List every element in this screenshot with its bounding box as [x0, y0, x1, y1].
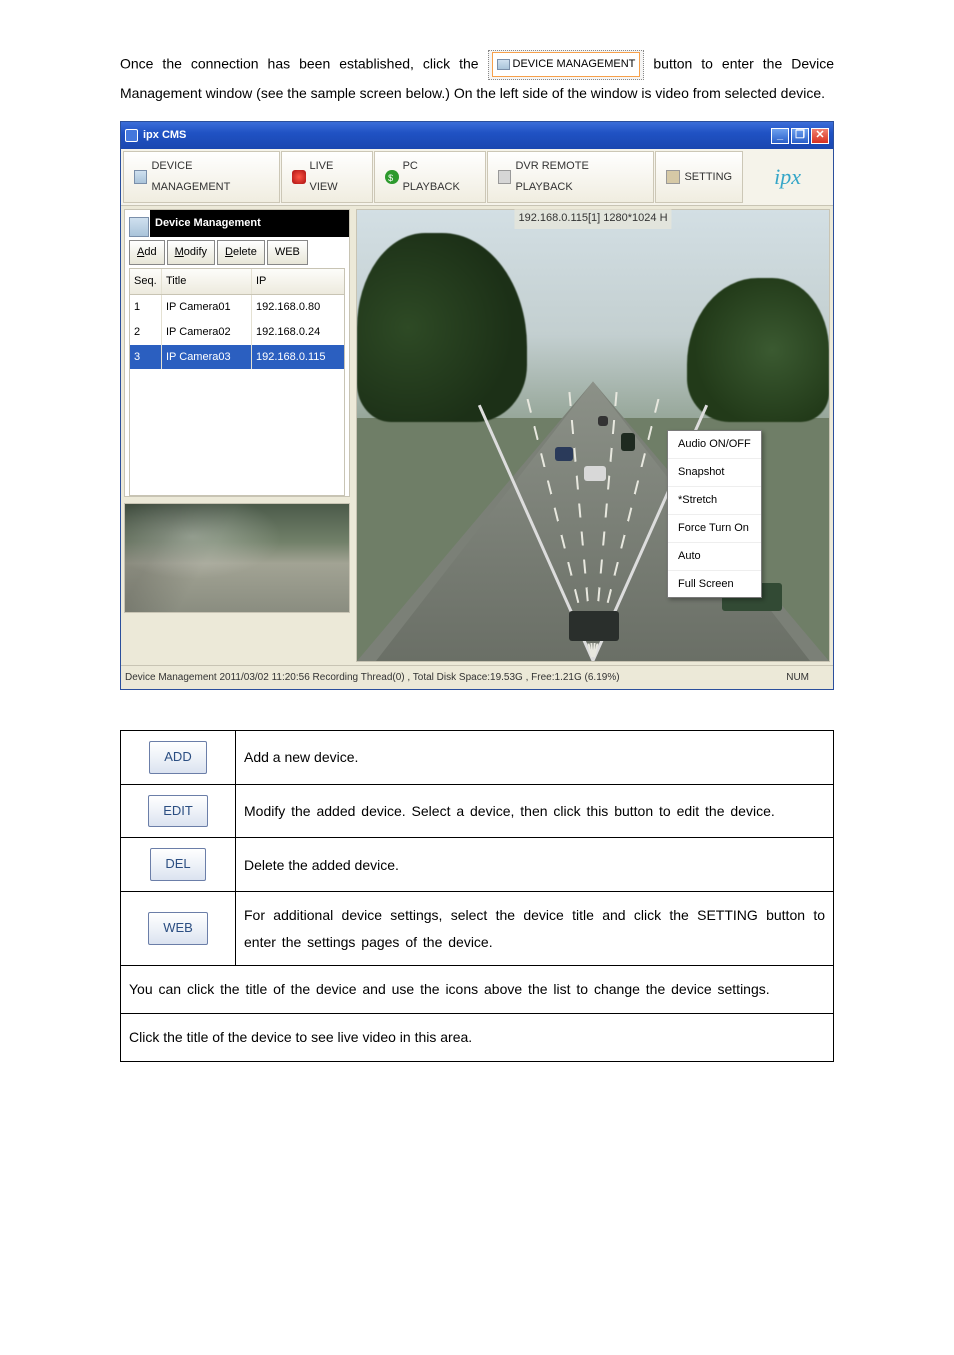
dm-web-button[interactable]: WEB: [267, 240, 308, 265]
app-window: ipx CMS _ ❐ ✕ DEVICE MANAGEMENT LIVE VIE…: [120, 121, 834, 690]
table-row[interactable]: 1IP Camera01192.168.0.80: [130, 295, 344, 320]
col-header-seq[interactable]: Seq.: [130, 269, 162, 294]
status-right: NUM: [786, 668, 829, 687]
brand-text: ipx: [774, 156, 801, 198]
intro-paragraph: Once the connection has been established…: [120, 50, 834, 106]
context-menu-item[interactable]: Force Turn On: [668, 515, 761, 543]
window-minimize-button[interactable]: _: [771, 128, 789, 144]
live-view-tab-icon: [292, 170, 305, 184]
app-logo-icon: [125, 129, 138, 142]
cell-title: IP Camera03: [162, 345, 252, 370]
window-title: ipx CMS: [143, 125, 186, 146]
tab-device-management[interactable]: DEVICE MANAGEMENT: [123, 151, 280, 203]
table-row[interactable]: 3IP Camera03192.168.0.115: [130, 345, 344, 370]
tab-device-management-label: DEVICE MANAGEMENT: [151, 156, 269, 198]
web-button[interactable]: WEB: [148, 912, 208, 945]
dm-add-button[interactable]: Add: [129, 240, 165, 265]
preview-thumbnail: [124, 503, 350, 613]
dm-header-title: Device Management: [155, 213, 344, 234]
intro-text-a: Once the connection has been established…: [120, 56, 488, 72]
dm-modify-rest: odify: [184, 246, 207, 258]
live-video-area[interactable]: Audio ON/OFFSnapshot*StretchForce Turn O…: [356, 209, 830, 662]
setting-tab-icon: [666, 170, 680, 184]
context-menu-item[interactable]: *Stretch: [668, 487, 761, 515]
left-panel: Device Management Add Modify Delete WEB …: [121, 206, 353, 665]
dvr-playback-tab-icon: [498, 170, 511, 184]
note-1: You can click the title of the device an…: [121, 966, 834, 1014]
titlebar: ipx CMS _ ❐ ✕: [121, 122, 833, 149]
tab-dvr-remote-playback-label: DVR REMOTE PLAYBACK: [515, 156, 643, 198]
tab-dvr-remote-playback[interactable]: DVR REMOTE PLAYBACK: [487, 151, 654, 203]
cell-seq: 1: [130, 295, 162, 320]
context-menu-item[interactable]: Snapshot: [668, 459, 761, 487]
cell-ip: 192.168.0.115: [252, 345, 344, 370]
button-description-table: ADD Add a new device. EDIT Modify the ad…: [120, 730, 834, 1061]
context-menu-item[interactable]: Full Screen: [668, 571, 761, 598]
col-header-ip[interactable]: IP: [252, 269, 344, 294]
device-management-inline-button[interactable]: DEVICE MANAGEMENT: [488, 50, 645, 80]
brand-logo: ipx: [744, 151, 831, 203]
edit-button[interactable]: EDIT: [148, 795, 208, 828]
context-menu: Audio ON/OFFSnapshot*StretchForce Turn O…: [667, 430, 762, 598]
col-header-title[interactable]: Title: [162, 269, 252, 294]
cell-ip: 192.168.0.24: [252, 320, 344, 345]
dm-delete-button[interactable]: Delete: [217, 240, 265, 265]
status-bar: Device Management 2011/03/02 11:20:56 Re…: [121, 665, 833, 689]
context-menu-item[interactable]: Audio ON/OFF: [668, 431, 761, 459]
cell-seq: 2: [130, 320, 162, 345]
dm-add-rest: dd: [144, 246, 156, 258]
window-maximize-button[interactable]: ❐: [791, 128, 809, 144]
dm-modify-button[interactable]: Modify: [167, 240, 215, 265]
add-desc: Add a new device.: [236, 731, 834, 785]
right-panel: 192.168.0.115[1] 1280*1024 H Aud: [353, 206, 833, 665]
device-table: Seq. Title IP 1IP Camera01192.168.0.802I…: [129, 268, 345, 496]
pc-playback-tab-icon: [385, 170, 398, 184]
device-management-tab-icon: [134, 170, 147, 184]
del-button[interactable]: DEL: [150, 848, 205, 881]
cell-title: IP Camera02: [162, 320, 252, 345]
tab-live-view[interactable]: LIVE VIEW: [281, 151, 373, 203]
table-row[interactable]: 2IP Camera02192.168.0.24: [130, 320, 344, 345]
tab-setting-label: SETTING: [684, 167, 732, 188]
web-desc: For additional device settings, select t…: [236, 892, 834, 966]
tab-pc-playback[interactable]: PC PLAYBACK: [374, 151, 486, 203]
cell-seq: 3: [130, 345, 162, 370]
cell-title: IP Camera01: [162, 295, 252, 320]
tab-setting[interactable]: SETTING: [655, 151, 743, 203]
device-management-inline-label: DEVICE MANAGEMENT: [513, 54, 636, 75]
status-left: Device Management 2011/03/02 11:20:56 Re…: [125, 668, 620, 687]
edit-desc: Modify the added device. Select a device…: [236, 784, 834, 838]
add-button[interactable]: ADD: [149, 741, 206, 774]
del-desc: Delete the added device.: [236, 838, 834, 892]
device-management-icon: [497, 59, 510, 70]
cell-ip: 192.168.0.80: [252, 295, 344, 320]
dm-header-icon: [129, 217, 149, 237]
main-toolbar: DEVICE MANAGEMENT LIVE VIEW PC PLAYBACK …: [121, 149, 833, 206]
tab-pc-playback-label: PC PLAYBACK: [403, 156, 475, 198]
tab-live-view-label: LIVE VIEW: [310, 156, 363, 198]
video-caption: 192.168.0.115[1] 1280*1024 H: [514, 208, 671, 229]
window-close-button[interactable]: ✕: [811, 128, 829, 144]
note-2: Click the title of the device to see liv…: [121, 1013, 834, 1061]
dm-delete-rest: elete: [233, 246, 257, 258]
context-menu-item[interactable]: Auto: [668, 543, 761, 571]
